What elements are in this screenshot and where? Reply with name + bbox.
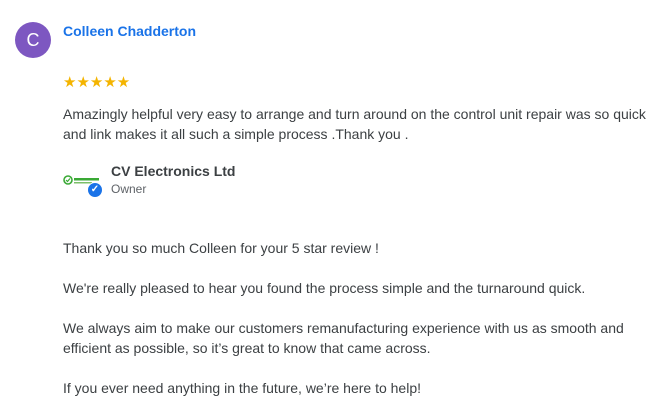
reply-paragraph: If you ever need anything in the future,… xyxy=(63,380,422,396)
reply-paragraph: Thank you so much Colleen for your 5 sta… xyxy=(63,240,379,256)
verified-check-icon: ✓ xyxy=(87,182,103,198)
reply-paragraph: We're really pleased to hear you found t… xyxy=(63,280,586,296)
owner-role: Owner xyxy=(111,182,147,196)
owner-reply: Thank you so much Colleen for your 5 sta… xyxy=(63,238,653,418)
owner-name: CV Electronics Ltd xyxy=(111,163,236,179)
reviewer-avatar[interactable]: C xyxy=(15,22,51,58)
review-text: Amazingly helpful very easy to arrange a… xyxy=(63,106,646,142)
star-rating: ★★★★★ xyxy=(63,74,131,91)
reviewer-name[interactable]: Colleen Chadderton xyxy=(63,23,196,39)
reply-paragraph: We always aim to make our customers rema… xyxy=(63,320,624,356)
